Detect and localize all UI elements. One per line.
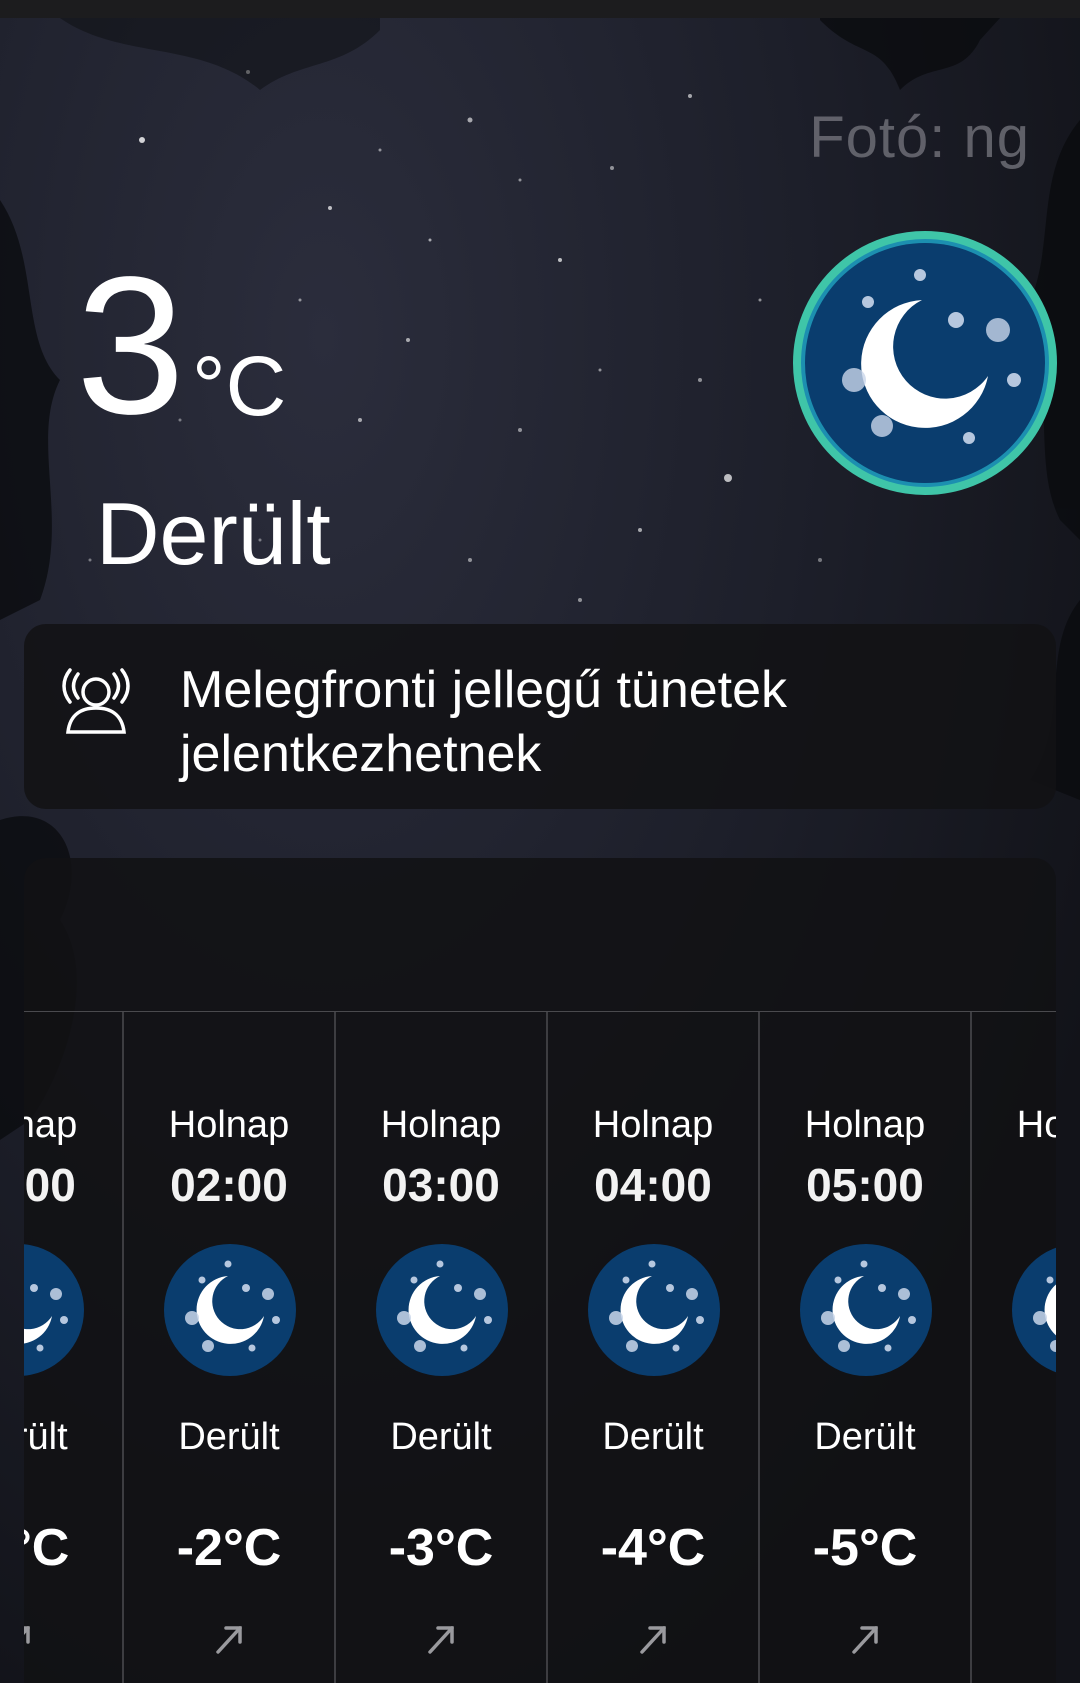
photo-credit: Fotó: ng <box>809 105 1030 170</box>
hour-time-label: 02:00 <box>170 1159 288 1211</box>
wind-arrow-icon <box>212 1620 248 1656</box>
biometeo-alert-text: Melegfronti jellegű tünetek jelentkezhet… <box>180 661 788 783</box>
hour-temperature: -5°C <box>812 1519 918 1577</box>
hour-condition: Derült <box>814 1416 916 1458</box>
hour-condition: Derült <box>178 1416 280 1458</box>
hour-day-label: Holnap <box>380 1104 502 1146</box>
hourly-forecast-item[interactable]: Holnap 01:00 Derült -1°C <box>24 1012 124 1683</box>
weather-screen: Fotó: ng 3 °C Derült Melegfronti jellegű… <box>0 0 1080 1683</box>
hour-condition: Derült <box>390 1416 492 1458</box>
hour-day-label: Holnap <box>24 1104 78 1146</box>
hour-time-label: N <box>972 1158 1056 1212</box>
hour-day-label: Holnap <box>168 1104 290 1146</box>
biometeo-person-icon <box>62 668 130 734</box>
hour-temperature: -4°C <box>600 1519 706 1577</box>
clear-night-icon <box>588 1244 720 1376</box>
hour-time-label: 04:00 <box>594 1159 712 1211</box>
hour-time-label: 03:00 <box>382 1159 500 1211</box>
clear-night-icon <box>376 1244 508 1376</box>
hourly-forecast-panel[interactable]: Holnap 01:00 Derült -1°C Holnap 02:00 Derült -2… <box>24 858 1056 1683</box>
temperature-unit: °C <box>192 339 287 433</box>
current-condition: Derült <box>96 484 331 583</box>
clear-night-icon <box>1012 1244 1056 1376</box>
wind-arrow-icon <box>24 1620 36 1656</box>
hour-condition: Derült <box>602 1416 704 1458</box>
hourly-forecast-item[interactable]: Holnap 04:00 Derült -4°C <box>548 1012 760 1683</box>
clear-night-icon <box>164 1244 296 1376</box>
hourly-forecast-item[interactable]: Holnap 03:00 Derült -3°C <box>336 1012 548 1683</box>
hourly-forecast-item[interactable]: Holnap 02:00 Derült -2°C <box>124 1012 336 1683</box>
wind-arrow-icon <box>424 1620 460 1656</box>
clear-night-icon <box>800 1244 932 1376</box>
current-temperature: 3 <box>76 236 186 455</box>
clear-night-icon <box>793 231 1057 495</box>
hour-day-label: Holnap <box>804 1104 926 1146</box>
clear-night-icon <box>24 1244 84 1376</box>
hour-temperature: -1°C <box>24 1519 70 1577</box>
hour-temperature: -2°C <box>176 1519 282 1577</box>
hour-day-label: Holnap <box>1016 1104 1056 1146</box>
hour-time-label: 01:00 <box>24 1159 76 1211</box>
hour-day-label: Holnap <box>592 1104 714 1146</box>
hourly-forecast-item[interactable]: Holnap 05:00 Derült -5°C <box>760 1012 972 1683</box>
hourly-forecast-item[interactable]: Holnap N <box>972 1012 1056 1683</box>
hour-temperature: -3°C <box>388 1519 494 1577</box>
hour-time-label: 05:00 <box>806 1159 924 1211</box>
wind-arrow-icon <box>848 1620 884 1656</box>
hour-condition: Derült <box>24 1416 68 1458</box>
wind-arrow-icon <box>636 1620 672 1656</box>
